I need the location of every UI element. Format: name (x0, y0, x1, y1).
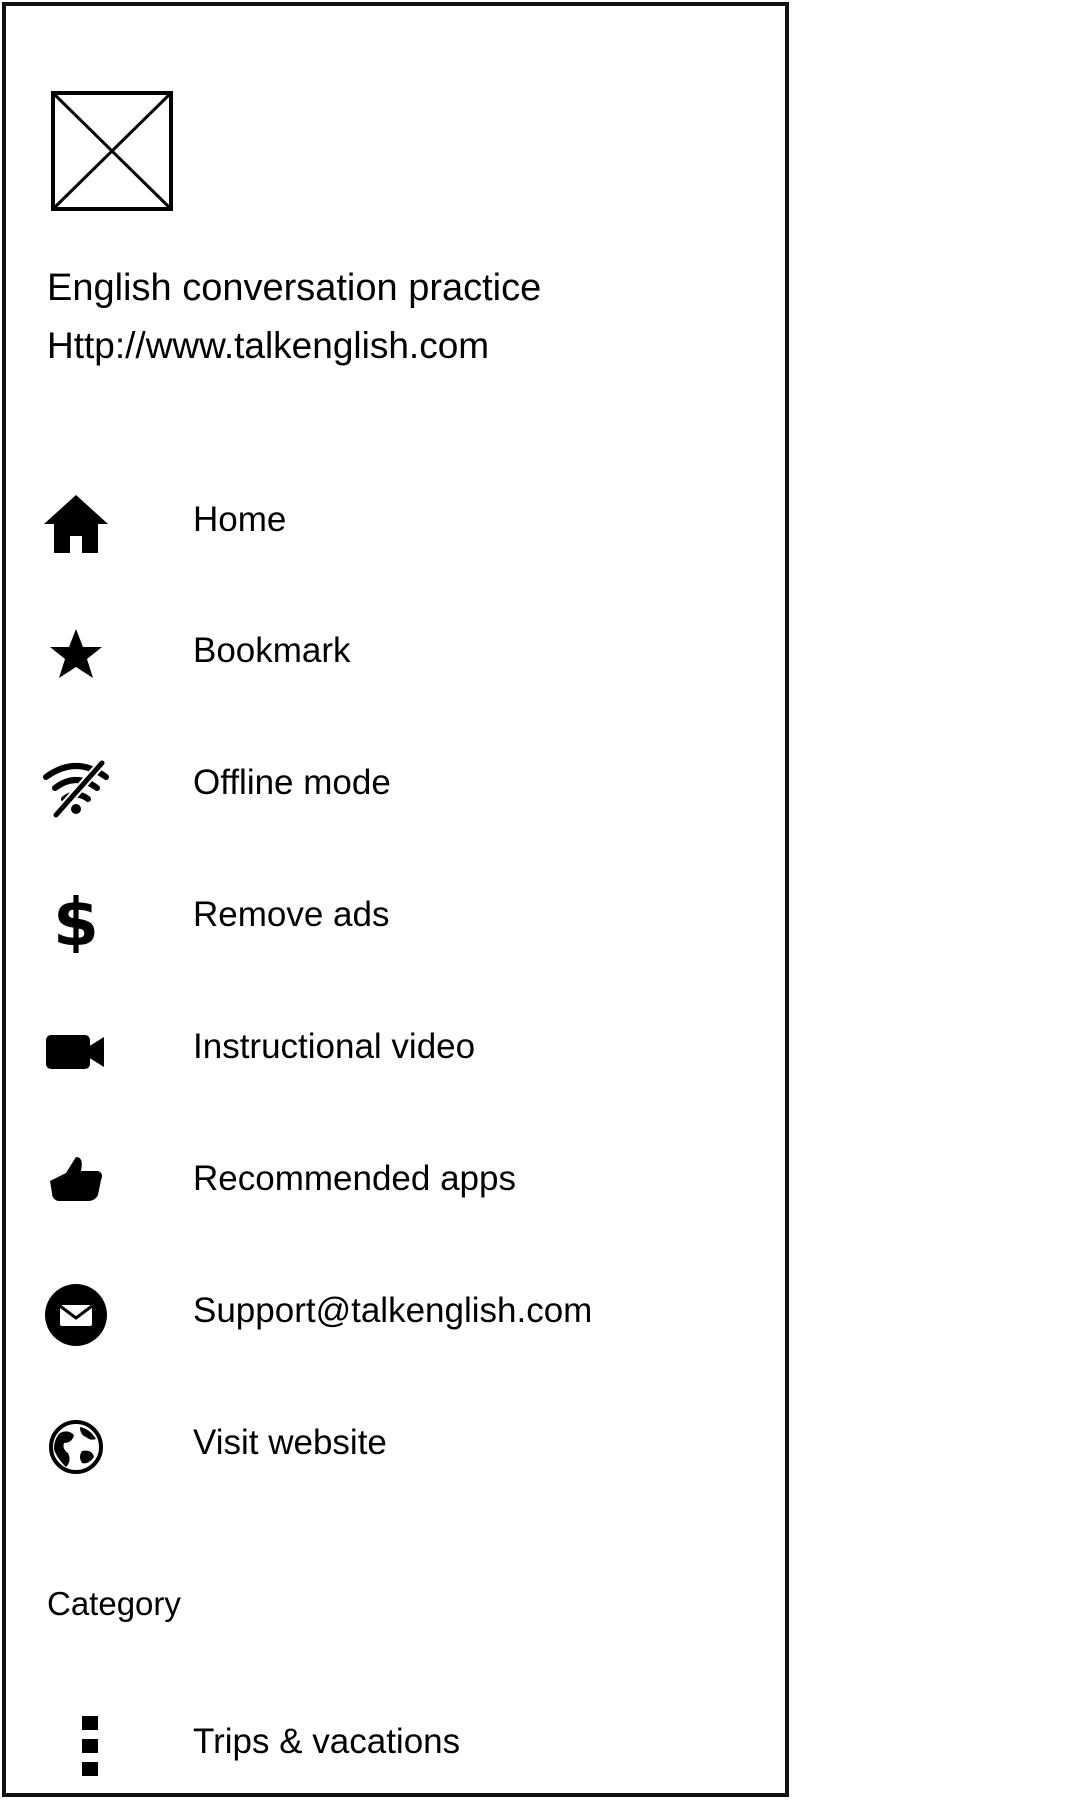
globe-icon (42, 1413, 110, 1481)
star-icon (42, 621, 110, 689)
navigation-drawer: English conversation practice Http://www… (2, 2, 789, 1797)
app-title: English conversation practice (47, 267, 542, 309)
category-heading: Category (47, 1585, 181, 1622)
menu-item-offline-mode[interactable]: Offline mode (6, 733, 785, 833)
dollar-icon: $ (42, 885, 110, 953)
mail-icon (42, 1281, 110, 1349)
menu-item-label: Offline mode (193, 763, 391, 802)
menu-item-label: Trips & vacations (193, 1722, 461, 1761)
menu-item-recommended-apps[interactable]: Recommended apps (6, 1129, 785, 1229)
menu-item-label: Support@talkenglish.com (193, 1291, 593, 1330)
menu-item-home[interactable]: Home (6, 470, 785, 570)
menu-item-label: Visit website (193, 1423, 387, 1462)
menu-item-label: Recommended apps (193, 1159, 516, 1198)
home-icon (42, 490, 110, 558)
thumbs-up-icon (42, 1149, 110, 1217)
menu-item-label: Remove ads (193, 895, 390, 934)
image-placeholder-icon (51, 91, 173, 211)
menu-item-visit-website[interactable]: Visit website (6, 1393, 785, 1493)
app-url: Http://www.talkenglish.com (47, 325, 490, 366)
menu-item-label: Bookmark (193, 631, 351, 670)
menu-item-instructional-video[interactable]: Instructional video (6, 997, 785, 1097)
video-camera-icon (42, 1017, 110, 1085)
menu-item-support-email[interactable]: Support@talkenglish.com (6, 1261, 785, 1361)
svg-text:$: $ (53, 885, 99, 953)
menu-item-bookmark[interactable]: Bookmark (6, 601, 785, 701)
more-vertical-icon (42, 1712, 110, 1780)
menu-item-remove-ads[interactable]: $ Remove ads (6, 865, 785, 965)
category-item-trips-vacations[interactable]: Trips & vacations (6, 1692, 785, 1792)
menu-item-label: Instructional video (193, 1027, 476, 1066)
wifi-off-icon (42, 753, 110, 821)
menu-item-label: Home (193, 500, 287, 539)
